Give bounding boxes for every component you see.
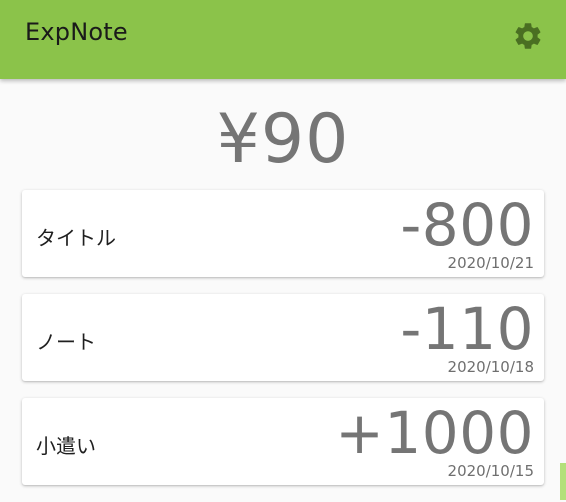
gear-icon[interactable] (512, 20, 544, 52)
entry-card[interactable]: 小遣い +1000 2020/10/15 (22, 398, 544, 485)
balance-total: ¥90 (216, 100, 350, 179)
app-title: ExpNote (25, 18, 128, 46)
entry-amount: +1000 (335, 399, 534, 467)
entry-title: タイトル (36, 226, 116, 250)
entry-card[interactable]: ノート -110 2020/10/18 (22, 294, 544, 381)
entry-amount: -110 (400, 295, 534, 363)
settings-button[interactable] (510, 18, 546, 54)
scroll-indicator[interactable] (560, 463, 566, 500)
entry-list: タイトル -800 2020/10/21 ノート -110 2020/10/18… (22, 190, 544, 502)
entry-amount: -800 (400, 191, 534, 259)
entry-card[interactable]: タイトル -800 2020/10/21 (22, 190, 544, 277)
app-bar: ExpNote (0, 0, 566, 79)
entry-date: 2020/10/21 (447, 254, 534, 272)
entry-title: 小遣い (36, 434, 96, 458)
entry-date: 2020/10/15 (447, 462, 534, 480)
entry-date: 2020/10/18 (447, 358, 534, 376)
entry-title: ノート (36, 330, 96, 354)
